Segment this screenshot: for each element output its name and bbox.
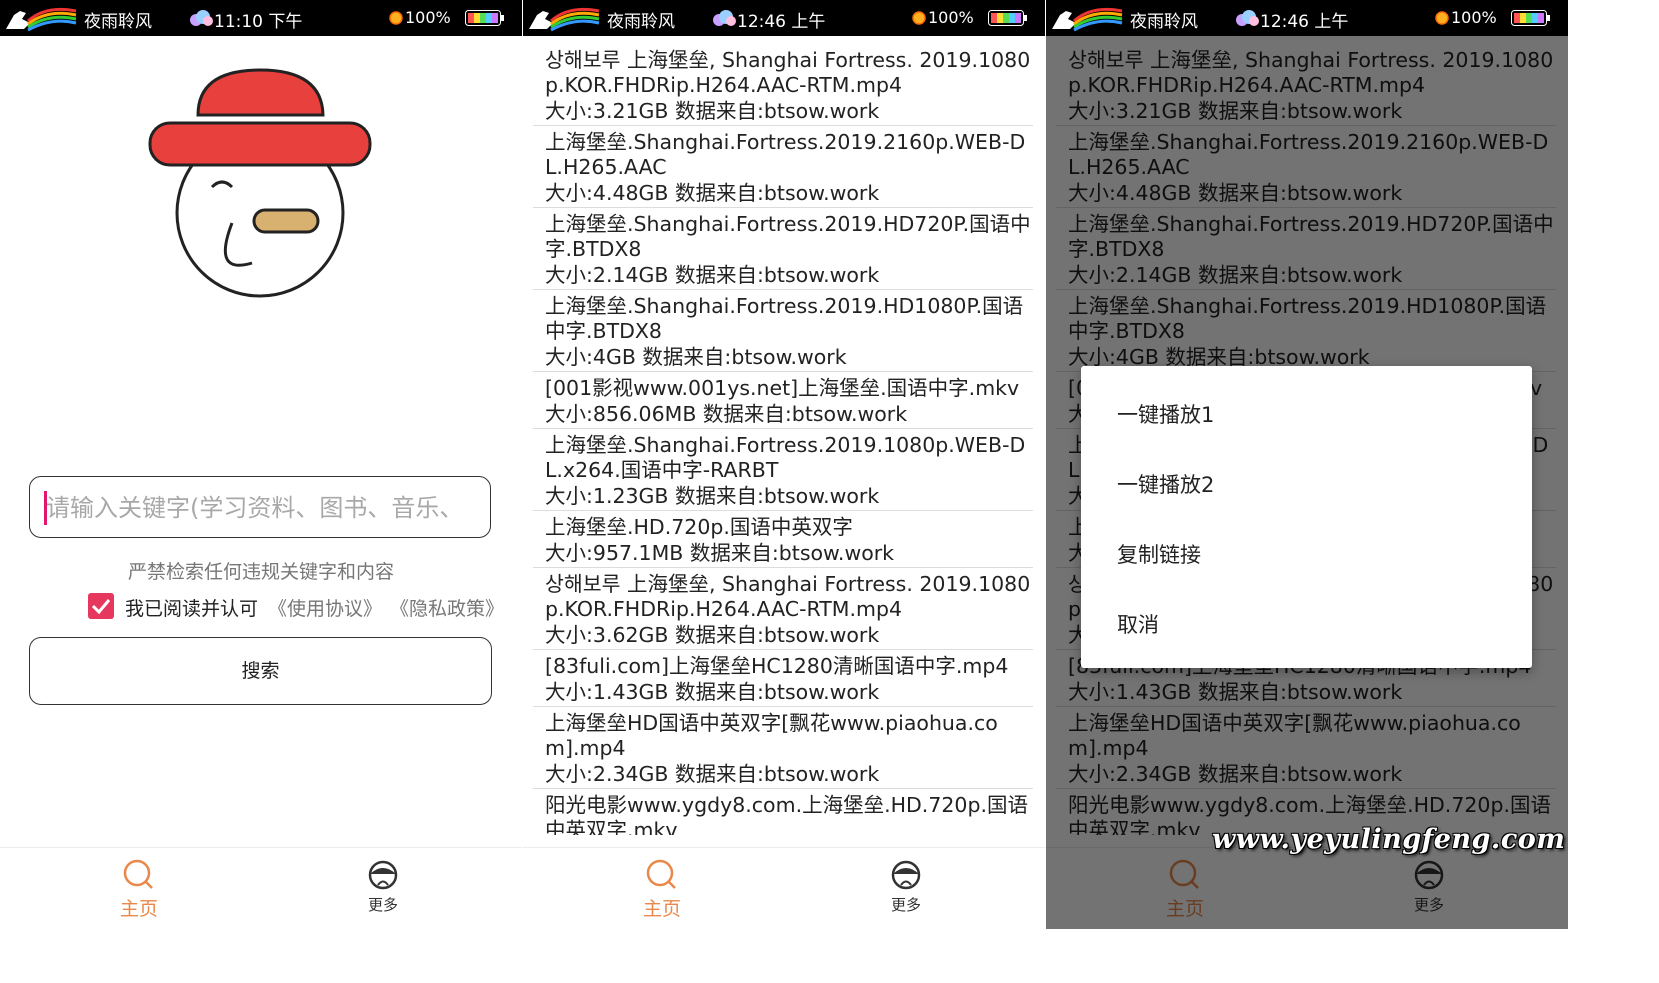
play-option-2[interactable]: 一键播放2 (1117, 469, 1214, 499)
result-meta: 大小:2.34GB 数据来自:btsow.work (545, 762, 880, 786)
status-time: 11:10 下午 (214, 12, 303, 32)
result-title: [001影视www.001ys.net]上海堡垒.国语中字.mkv (545, 376, 1020, 400)
privacy-link[interactable]: 《隐私政策》 (390, 594, 504, 621)
result-title: [83fuli.com]上海堡垒HC1280清晰国语中字.mp4 (545, 654, 1009, 678)
list-item[interactable]: 上海堡垒.Shanghai.Fortress.2019.1080p.WEB-DL… (533, 429, 1033, 511)
nav-home-label: 主页 (642, 898, 681, 920)
mascot-face-icon (891, 860, 921, 890)
status-time: 12:46 上午 (1260, 12, 1349, 32)
nav-more[interactable]: 更多 (866, 858, 946, 928)
checkmark-icon (91, 599, 111, 615)
watermark: www.yeyulingfeng.com (1212, 824, 1566, 855)
result-meta: 大小:957.1MB 数据来自:btsow.work (545, 541, 895, 565)
search-icon (123, 859, 153, 889)
brightness-icon (389, 11, 403, 25)
result-meta: 大小:4GB 数据来自:btsow.work (545, 345, 847, 369)
result-meta: 大小:3.21GB 数据来自:btsow.work (545, 99, 880, 123)
result-meta: 大小:4.48GB 数据来自:btsow.work (545, 181, 880, 205)
battery-percent: 100% (1451, 8, 1497, 27)
status-app-name: 夜雨聆风 (1130, 12, 1198, 32)
battery-icon (465, 10, 504, 26)
battery-icon (988, 10, 1027, 26)
weather-icon (190, 10, 213, 26)
result-meta: 大小:1.43GB 数据来自:btsow.work (545, 680, 880, 704)
app-logo-icon (529, 7, 600, 32)
result-title: 上海堡垒HD国语中英双字[飘花www.piaohua.com].mp4 (545, 711, 998, 760)
nav-home[interactable]: 主页 (622, 858, 702, 928)
battery-icon (1511, 10, 1550, 26)
cancel-option[interactable]: 取消 (1117, 609, 1159, 639)
app-logo-icon (6, 7, 77, 32)
result-meta: 大小:856.06MB 数据来自:btsow.work (545, 402, 908, 426)
nav-more-label: 更多 (890, 896, 921, 914)
result-title: 上海堡垒.Shanghai.Fortress.2019.HD1080P.国语中字… (545, 294, 1024, 343)
battery-percent: 100% (928, 8, 974, 27)
result-meta: 大小:3.62GB 数据来自:btsow.work (545, 623, 880, 647)
list-item[interactable]: 상해보루 上海堡垒, Shanghai Fortress. 2019.1080p… (533, 44, 1033, 126)
weather-icon (1236, 10, 1259, 26)
result-meta: 大小:2.14GB 数据来自:btsow.work (545, 263, 880, 287)
agree-checkbox[interactable] (88, 593, 114, 619)
result-meta: 大小:1.23GB 数据来自:btsow.work (545, 484, 880, 508)
search-icon (646, 859, 676, 889)
list-item[interactable]: 상해보루 上海堡垒, Shanghai Fortress. 2019.1080p… (533, 568, 1033, 650)
battery-percent: 100% (405, 8, 451, 27)
status-bar: 夜雨聆风 12:46 上午 100% (523, 0, 1045, 36)
status-time: 12:46 上午 (737, 12, 826, 32)
nav-home-label: 主页 (119, 898, 158, 920)
list-item[interactable]: 上海堡垒.HD.720p.国语中英双字大小:957.1MB 数据来自:btsow… (533, 511, 1033, 568)
brightness-icon (1435, 11, 1449, 25)
list-item[interactable]: 上海堡垒.Shanghai.Fortress.2019.HD720P.国语中字.… (533, 208, 1033, 290)
home-screen: 夜雨聆风 11:10 下午 100% 严禁检索任何违规关键字和内容 (0, 0, 522, 929)
result-title: 上海堡垒.HD.720p.国语中英双字 (545, 515, 853, 539)
bottom-nav: 主页 更多 (523, 847, 1045, 929)
status-app-name: 夜雨聆风 (607, 12, 675, 32)
copy-link-option[interactable]: 复制链接 (1117, 539, 1201, 569)
result-title: 阳光电影www.ygdy8.com.上海堡垒.HD.720p.国语中英双字.mk… (545, 793, 1028, 835)
dialog-backdrop[interactable]: 一键播放1 一键播放2 复制链接 取消 (1046, 36, 1568, 929)
result-title: 上海堡垒.Shanghai.Fortress.2019.1080p.WEB-DL… (545, 433, 1026, 482)
list-item[interactable]: 阳光电影www.ygdy8.com.上海堡垒.HD.720p.国语中英双字.mk… (533, 789, 1033, 835)
search-input[interactable] (44, 487, 480, 529)
play-option-1[interactable]: 一键播放1 (1117, 399, 1214, 429)
list-item[interactable]: 上海堡垒.Shanghai.Fortress.2019.HD1080P.国语中字… (533, 290, 1033, 372)
results-list: 상해보루 上海堡垒, Shanghai Fortress. 2019.1080p… (533, 44, 1033, 835)
results-dialog-screen: 夜雨聆风 12:46 上午 100% 상해보루 上海堡垒, Shanghai F… (1046, 0, 1568, 929)
app-logo-icon (1052, 7, 1123, 32)
status-bar: 夜雨聆风 11:10 下午 100% (0, 0, 522, 36)
result-title: 상해보루 上海堡垒, Shanghai Fortress. 2019.1080p… (545, 48, 1031, 97)
bottom-nav: 主页 更多 (0, 847, 522, 929)
search-button[interactable]: 搜索 (29, 637, 492, 705)
weather-icon (713, 10, 736, 26)
list-item[interactable]: [001影视www.001ys.net]上海堡垒.国语中字.mkv大小:856.… (533, 372, 1033, 429)
terms-link[interactable]: 《使用协议》 (268, 594, 382, 621)
status-app-name: 夜雨聆风 (84, 12, 152, 32)
result-title: 상해보루 上海堡垒, Shanghai Fortress. 2019.1080p… (545, 572, 1031, 621)
results-screen: 夜雨聆风 12:46 上午 100% 상해보루 上海堡垒, Shanghai F… (523, 0, 1045, 929)
text-cursor (44, 491, 47, 525)
mascot-icon (148, 68, 372, 298)
status-bar: 夜雨聆风 12:46 上午 100% (1046, 0, 1568, 36)
list-item[interactable]: 上海堡垒HD国语中英双字[飘花www.piaohua.com].mp4大小:2.… (533, 707, 1033, 789)
agree-label: 我已阅读并认可 (125, 598, 259, 620)
list-item[interactable]: 上海堡垒.Shanghai.Fortress.2019.2160p.WEB-DL… (533, 126, 1033, 208)
search-box[interactable] (29, 476, 491, 538)
result-title: 上海堡垒.Shanghai.Fortress.2019.HD720P.国语中字.… (545, 212, 1031, 261)
mascot-face-icon (368, 860, 398, 890)
warning-text: 严禁检索任何违规关键字和内容 (127, 561, 394, 583)
list-item[interactable]: [83fuli.com]上海堡垒HC1280清晰国语中字.mp4大小:1.43G… (533, 650, 1033, 707)
nav-home[interactable]: 主页 (99, 858, 179, 928)
result-title: 上海堡垒.Shanghai.Fortress.2019.2160p.WEB-DL… (545, 130, 1026, 179)
action-dialog: 一键播放1 一键播放2 复制链接 取消 (1081, 366, 1532, 668)
nav-more-label: 更多 (367, 896, 398, 914)
brightness-icon (912, 11, 926, 25)
nav-more[interactable]: 更多 (343, 858, 423, 928)
